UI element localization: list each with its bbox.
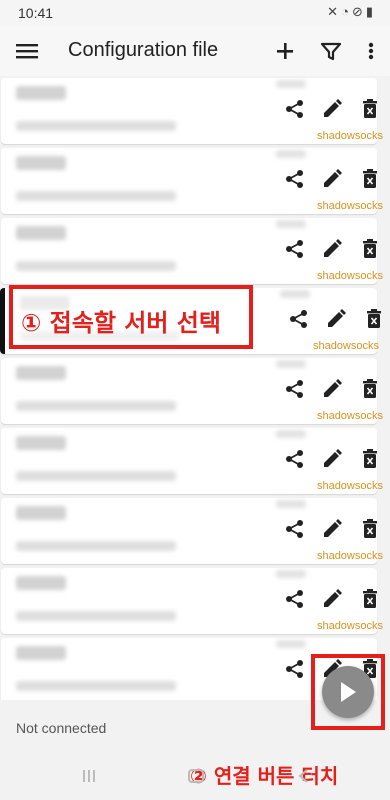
- battery-icon: ▮: [365, 4, 376, 19]
- blurred-tag: [280, 290, 310, 298]
- dnd-icon: ⊘: [351, 4, 366, 19]
- delete-icon[interactable]: [359, 378, 381, 400]
- server-list-item[interactable]: shadowsocks: [1, 568, 383, 634]
- connection-status: Not connected: [16, 720, 107, 736]
- server-list-item[interactable]: shadowsocks: [1, 358, 383, 424]
- mute-icon: ✕: [327, 4, 342, 19]
- share-icon[interactable]: [284, 658, 306, 680]
- share-icon[interactable]: [284, 238, 306, 260]
- blurred-addr: [16, 611, 176, 621]
- blurred-tag: [276, 430, 306, 438]
- status-icons: ✕◔⊘▮: [327, 4, 376, 20]
- more-vert-icon[interactable]: [358, 38, 384, 64]
- delete-icon[interactable]: [359, 448, 381, 470]
- delete-icon[interactable]: [359, 238, 381, 260]
- app-bar: Configuration file: [0, 26, 390, 76]
- blurred-addr: [16, 471, 176, 481]
- share-icon[interactable]: [288, 308, 310, 330]
- delete-icon[interactable]: [359, 98, 381, 120]
- blurred-name: [16, 436, 66, 450]
- recents-icon[interactable]: [82, 768, 96, 784]
- system-nav-bar: [0, 740, 390, 800]
- blurred-tag: [276, 500, 306, 508]
- menu-icon[interactable]: [16, 39, 38, 63]
- blurred-tag: [276, 360, 306, 368]
- share-icon[interactable]: [284, 168, 306, 190]
- server-list-item[interactable]: shadowsocks: [1, 498, 383, 564]
- share-icon[interactable]: [284, 378, 306, 400]
- blurred-name: [16, 156, 66, 170]
- edit-icon[interactable]: [321, 238, 343, 260]
- blurred-name: [16, 86, 66, 100]
- server-list-item[interactable]: shadowsocks: [1, 148, 383, 214]
- share-icon[interactable]: [284, 588, 306, 610]
- protocol-label: shadowsocks: [316, 620, 383, 632]
- server-list-item[interactable]: shadowsocks: [1, 78, 383, 144]
- blurred-name: [16, 646, 66, 660]
- status-bar: 10:41 ✕◔⊘▮: [0, 0, 390, 26]
- edit-icon[interactable]: [321, 98, 343, 120]
- blurred-tag: [276, 570, 306, 578]
- protocol-label: shadowsocks: [316, 130, 383, 142]
- server-list: shadowsocks shadowsocks shadowsocks shadows…: [0, 76, 390, 700]
- protocol-label: shadowsocks: [316, 200, 383, 212]
- protocol-label: shadowsocks: [316, 270, 383, 282]
- wifi-icon: ◔: [341, 4, 352, 19]
- blurred-addr: [16, 191, 176, 201]
- protocol-label: shadowsocks: [316, 480, 383, 492]
- page-title: Configuration file: [68, 39, 219, 61]
- edit-icon[interactable]: [321, 448, 343, 470]
- share-icon[interactable]: [284, 448, 306, 470]
- blurred-tag: [276, 80, 306, 88]
- annotation-step1-text: ① 접속할 서버 선택: [21, 309, 221, 337]
- blurred-addr: [16, 121, 176, 131]
- blurred-addr: [16, 681, 176, 691]
- delete-icon[interactable]: [363, 308, 385, 330]
- edit-icon[interactable]: [321, 378, 343, 400]
- status-time: 10:41: [18, 5, 54, 21]
- edit-icon[interactable]: [321, 168, 343, 190]
- home-icon[interactable]: [187, 768, 205, 784]
- delete-icon[interactable]: [359, 168, 381, 190]
- protocol-label: shadowsocks: [316, 550, 383, 562]
- blurred-addr: [16, 261, 176, 271]
- delete-icon[interactable]: [359, 588, 381, 610]
- delete-icon[interactable]: [359, 518, 381, 540]
- server-list-item[interactable]: shadowsocks: [1, 428, 383, 494]
- share-icon[interactable]: [284, 98, 306, 120]
- blurred-addr: [16, 401, 176, 411]
- blurred-name: [16, 366, 66, 380]
- back-icon[interactable]: [297, 768, 309, 784]
- share-icon[interactable]: [284, 518, 306, 540]
- annotation-select-server: ① 접속할 서버 선택: [9, 285, 253, 349]
- blurred-tag: [276, 640, 306, 648]
- edit-icon[interactable]: [321, 518, 343, 540]
- blurred-tag: [276, 150, 306, 158]
- protocol-label: shadowsocks: [316, 410, 383, 422]
- server-list-item[interactable]: shadowsocks: [1, 218, 383, 284]
- blurred-name: [16, 226, 66, 240]
- blurred-tag: [276, 220, 306, 228]
- annotation-connect-box: [311, 654, 385, 730]
- blurred-name: [16, 576, 66, 590]
- edit-icon[interactable]: [321, 588, 343, 610]
- protocol-label: shadowsocks: [312, 340, 379, 352]
- blurred-addr: [16, 541, 176, 551]
- filter-icon[interactable]: [318, 38, 344, 64]
- add-icon[interactable]: [272, 38, 298, 64]
- edit-icon[interactable]: [325, 308, 347, 330]
- blurred-name: [16, 506, 66, 520]
